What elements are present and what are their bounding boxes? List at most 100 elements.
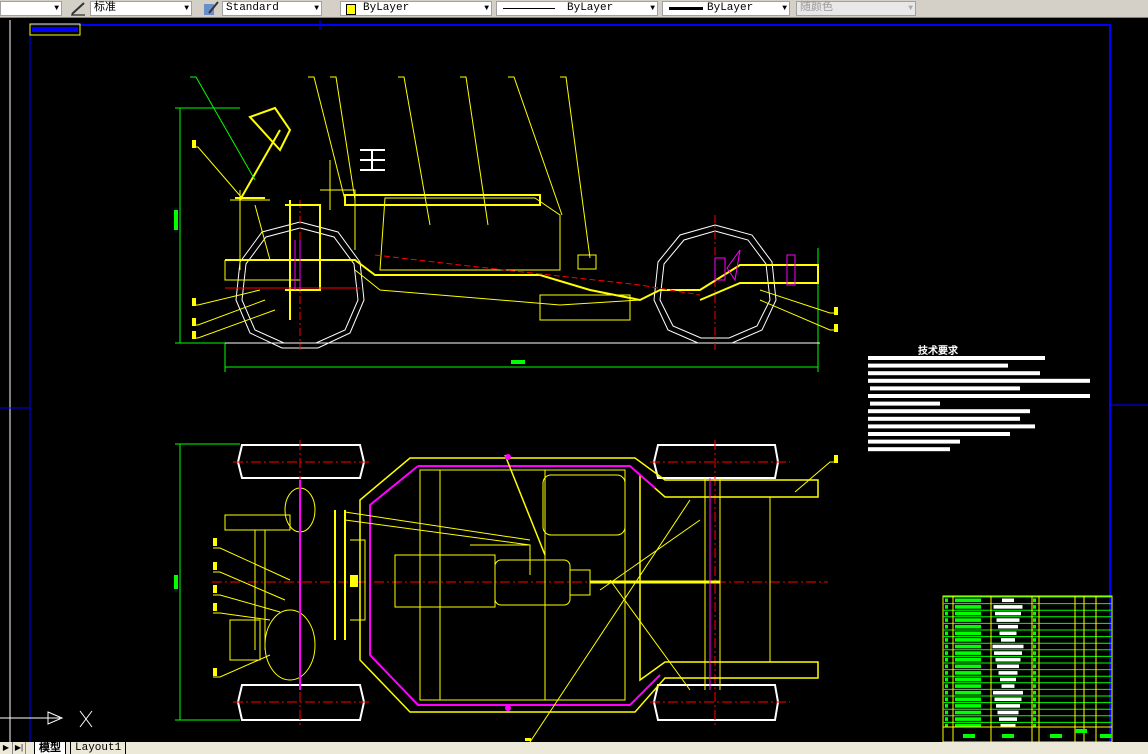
color-swatch [346, 4, 356, 15]
linetype-sample [503, 8, 555, 9]
table-cell [945, 717, 948, 721]
table-cell [945, 710, 948, 715]
table-cell [1033, 664, 1036, 669]
tech-text-line [868, 356, 1045, 360]
table-cell [955, 598, 981, 603]
table-cell [955, 684, 981, 688]
tech-text-line [868, 424, 1035, 429]
technical-requirements: 技术要求 [868, 344, 1090, 452]
tech-text-line [868, 432, 1010, 436]
table-cell [955, 657, 981, 662]
linetype-dropdown[interactable]: ByLayer ▼ [496, 1, 658, 16]
table-cell [945, 631, 948, 636]
table-cell [955, 697, 981, 702]
tech-text-line [868, 394, 1090, 398]
table-cell [945, 690, 948, 695]
table-cell [1050, 734, 1062, 738]
chevron-down-icon: ▼ [908, 4, 913, 13]
tech-text-line [868, 363, 1008, 368]
table-cell [996, 618, 1020, 622]
table-cell [955, 710, 981, 715]
table-cell [955, 605, 981, 609]
table-cell [955, 664, 981, 669]
table-cell [945, 704, 948, 708]
table-cell [945, 664, 948, 669]
table-cell [999, 631, 1017, 636]
table-cell [955, 704, 981, 708]
plot-style-dropdown[interactable]: 随颜色 ▼ [796, 1, 916, 16]
tech-text-line [868, 378, 1090, 383]
lineweight-dropdown[interactable]: ByLayer ▼ [662, 1, 790, 16]
table-cell [998, 624, 1018, 629]
table-cell [1001, 684, 1015, 688]
tab-layout1[interactable]: Layout1 [70, 742, 127, 754]
parts-list-table [942, 595, 1113, 742]
table-cell [1033, 638, 1036, 642]
table-cell [1033, 704, 1036, 708]
table-cell [945, 644, 948, 649]
table-cell [955, 618, 981, 622]
table-cell [955, 611, 981, 616]
table-cell [997, 664, 1019, 669]
table-cell [955, 671, 981, 675]
text-style-icon[interactable] [70, 1, 86, 16]
tab-scroll-last-button[interactable]: ▶| [13, 742, 26, 754]
table-cell [1033, 631, 1036, 636]
color-dropdown[interactable]: ByLayer ▼ [340, 1, 492, 16]
table-cell [996, 704, 1020, 708]
properties-toolbar: ▼ 标准 ▼ Standard ▼ ByLayer ▼ ByLayer ▼ ByLaye… [0, 0, 1148, 18]
table-cell [994, 651, 1022, 655]
tech-text-line [868, 447, 950, 452]
table-cell [1033, 644, 1036, 649]
table-cell [994, 697, 1022, 702]
table-cell [1033, 657, 1036, 662]
table-cell [955, 651, 981, 655]
table-cell [955, 638, 981, 642]
chevron-down-icon: ▼ [650, 4, 655, 13]
tab-model[interactable]: 模型 [34, 742, 66, 754]
tech-title: 技术要求 [918, 344, 959, 357]
table-cell [992, 644, 1024, 649]
table-cell [1033, 697, 1036, 702]
table-cell [1033, 717, 1036, 721]
side-view [174, 76, 838, 372]
table-cell [963, 734, 975, 738]
tech-text-line [870, 401, 940, 406]
table-cell [945, 611, 948, 616]
ucs-icon [0, 710, 93, 728]
chevron-down-icon: ▼ [484, 4, 489, 13]
table-cell [1075, 729, 1087, 733]
tech-text-line [868, 409, 1030, 414]
table-cell [1033, 611, 1036, 616]
tech-text-line [868, 371, 1040, 376]
lineweight-sample [669, 7, 703, 10]
drawing-canvas[interactable]: 技术要求 [0, 18, 1148, 742]
table-cell [1000, 677, 1016, 682]
tech-text-line [868, 439, 960, 444]
table-cell [998, 671, 1018, 675]
table-cell [955, 690, 981, 695]
tech-text-line [868, 416, 1020, 421]
table-cell [995, 657, 1021, 662]
table-cell [945, 657, 948, 662]
layer-dropdown[interactable]: ▼ [0, 1, 62, 16]
dim-style-icon[interactable] [203, 1, 219, 16]
text-style-dropdown[interactable]: 标准 ▼ [90, 1, 192, 16]
dim-style-dropdown[interactable]: Standard ▼ [222, 1, 322, 16]
table-cell [955, 644, 981, 649]
chevron-down-icon: ▼ [314, 4, 319, 13]
table-cell [995, 611, 1021, 616]
table-cell [1033, 690, 1036, 695]
table-cell [1033, 684, 1036, 688]
table-cell [945, 624, 948, 629]
chevron-down-icon: ▼ [184, 4, 189, 13]
table-cell [955, 677, 981, 682]
table-cell [955, 717, 981, 721]
table-cell [993, 690, 1023, 695]
table-cell [1033, 677, 1036, 682]
table-cell [945, 677, 948, 682]
tab-scroll-next-button[interactable]: ▶ [0, 742, 13, 754]
table-cell [1033, 710, 1036, 715]
table-cell [945, 618, 948, 622]
table-cell [1033, 671, 1036, 675]
